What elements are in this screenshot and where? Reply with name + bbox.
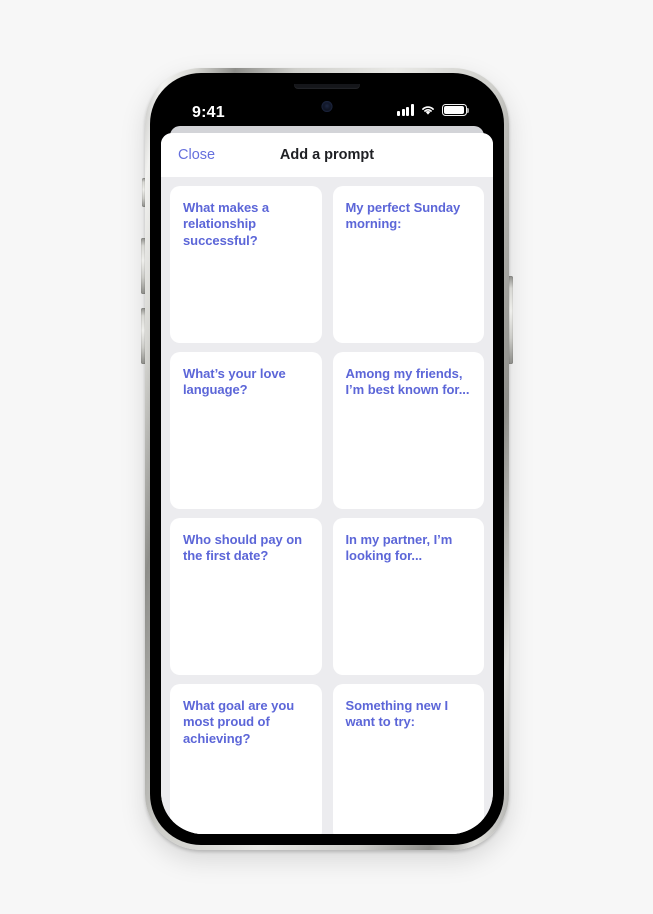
prompt-card-label: Among my friends, I’m best known for... [345,366,470,398]
prompt-card[interactable]: What makes a relationship successful? [170,186,322,343]
front-camera-icon [321,101,333,112]
cellular-bars-icon [397,104,414,116]
prompt-card-label: In my partner, I’m looking for... [345,532,453,564]
prompt-grid: What makes a relationship successful? My… [170,186,484,834]
add-prompt-sheet: Close Add a prompt What makes a relation… [161,133,493,834]
page-title: Add a prompt [279,147,375,163]
earpiece-speaker-icon [294,84,360,89]
prompt-card-label: What goal are you most proud of achievin… [183,698,295,746]
prompt-card[interactable]: What’s your love language? [170,352,322,509]
prompt-card[interactable]: In my partner, I’m looking for... [332,518,484,675]
close-button[interactable]: Close [178,147,215,163]
prompt-card[interactable]: My perfect Sunday morning: [332,186,484,343]
wifi-icon [422,106,434,115]
volume-up-button[interactable] [141,238,145,294]
phone-stage: 9:41 Close Add a prompt What makes a rel… [0,0,653,914]
phone-bezel: 9:41 Close Add a prompt What makes a rel… [150,73,504,845]
status-bar: 9:41 [161,84,493,132]
status-bar-time: 9:41 [192,104,225,121]
prompt-card[interactable]: Something new I want to try: [332,684,484,834]
prompt-card[interactable]: Among my friends, I’m best known for... [332,352,484,509]
prompt-card[interactable]: Who should pay on the first date? [170,518,322,675]
prompt-list-scroll[interactable]: What makes a relationship successful? My… [161,177,493,834]
battery-icon [442,104,470,116]
prompt-card-label: Who should pay on the first date? [183,532,303,564]
prompt-card[interactable]: What goal are you most proud of achievin… [170,684,322,834]
prompt-card-label: Something new I want to try: [345,698,449,730]
volume-down-button[interactable] [141,308,145,364]
power-button[interactable] [509,276,513,364]
prompt-card-label: My perfect Sunday morning: [345,200,461,232]
prompt-card-label: What’s your love language? [183,366,286,398]
phone-screen: 9:41 Close Add a prompt What makes a rel… [161,84,493,834]
mute-switch[interactable] [142,178,145,207]
phone-device: 9:41 Close Add a prompt What makes a rel… [141,68,513,850]
sheet-nav-bar: Close Add a prompt [161,133,493,177]
prompt-card-label: What makes a relationship successful? [183,200,270,248]
status-bar-indicators [397,104,470,116]
